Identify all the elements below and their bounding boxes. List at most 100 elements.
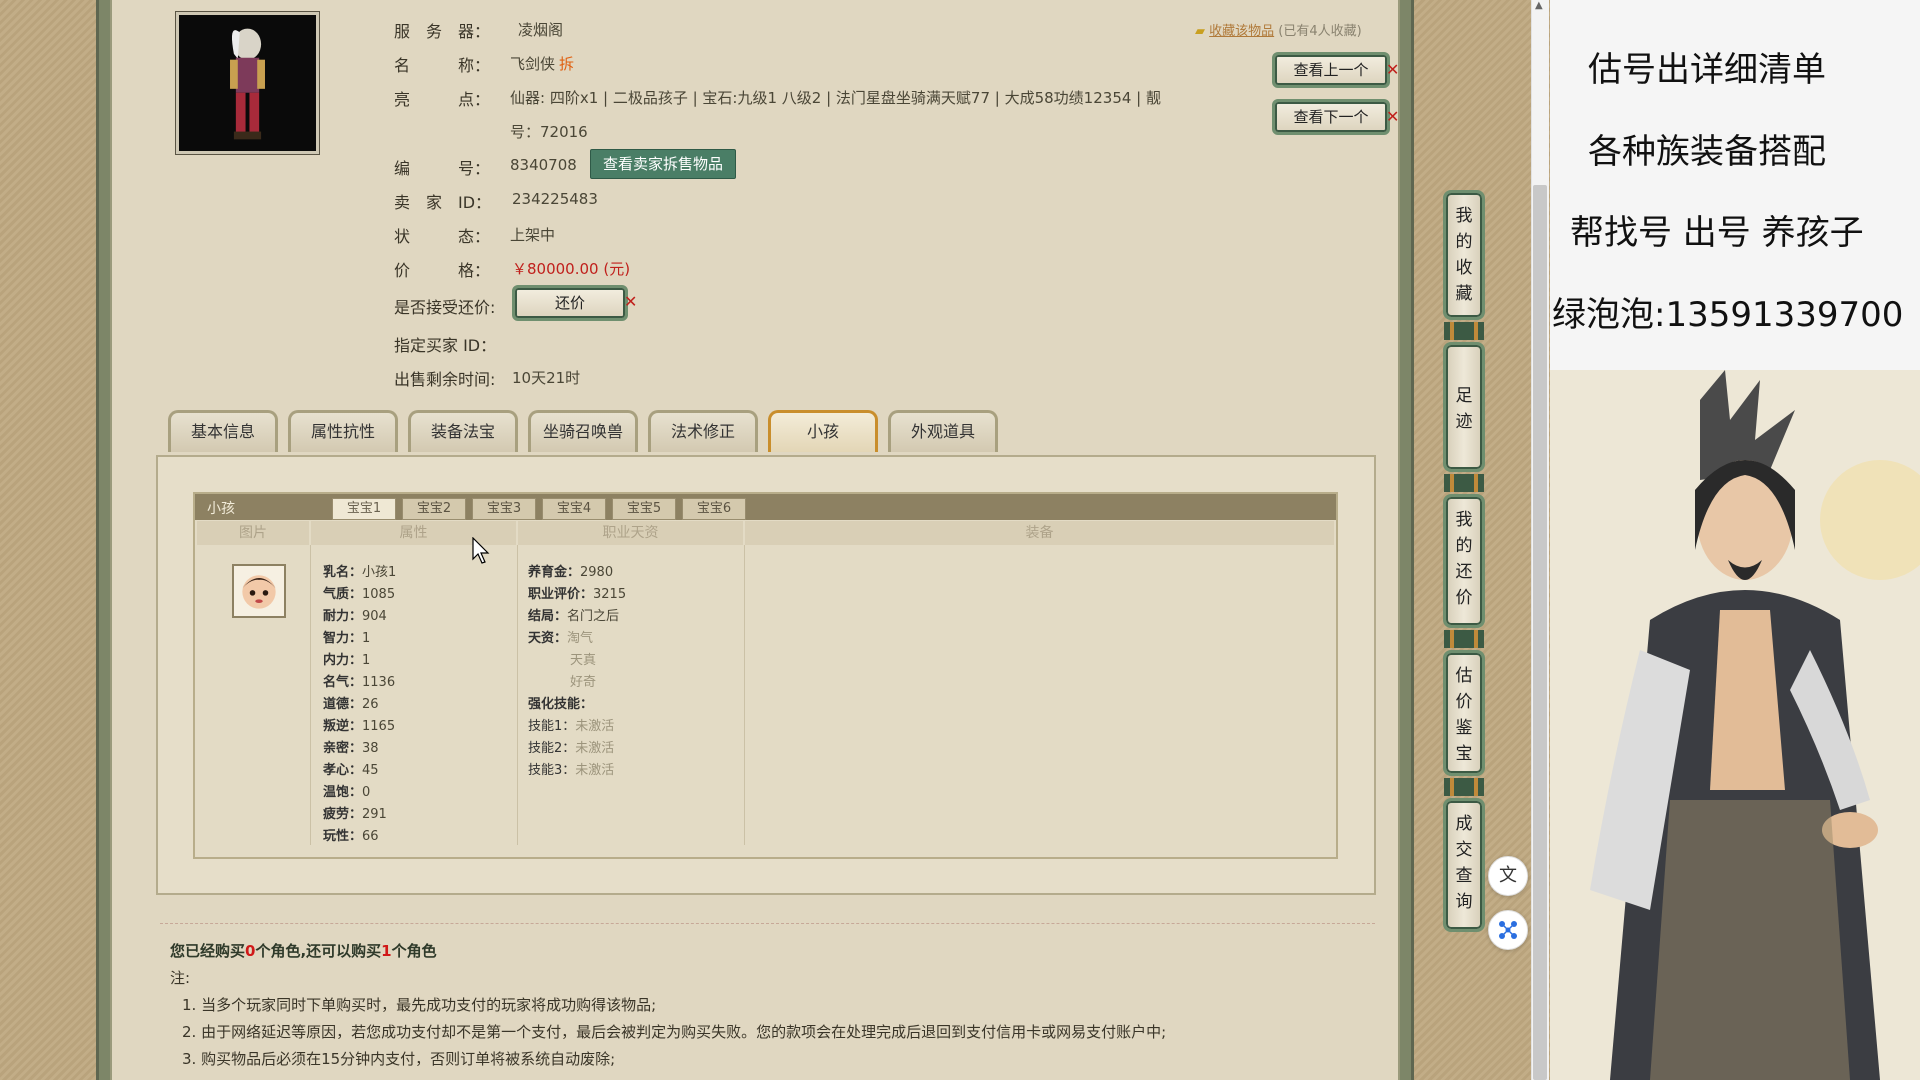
child-section-title: 小孩 [207,501,235,517]
attribute-value: 38 [362,741,379,756]
sidebar-my-offers[interactable]: 我 的 还 价 [1443,494,1485,628]
child-info-box: 小孩 宝宝1 宝宝2 宝宝3 宝宝4 宝宝5 宝宝6 图片 属性 职业天资 装备… [193,492,1338,859]
price-value: ￥80000.00 (元) [512,260,631,278]
prev-item-button[interactable]: 查看上一个 [1272,52,1390,88]
favorite-link[interactable]: 收藏该物品 [1209,24,1274,39]
sidebar-connector [1444,322,1484,340]
attribute-value: 0 [362,785,371,800]
tab-attributes[interactable]: 属性抗性 [288,410,398,452]
child-career-row: 强化技能： [528,694,593,716]
column-divider [744,545,745,845]
name-value: 飞剑侠拆 [510,53,574,74]
column-header-image: 图片 [197,521,309,545]
price-label: 价 格： [394,261,491,280]
career-value: 淘气 [567,631,594,646]
sidebar-footprints[interactable]: 足 迹 [1443,342,1485,472]
career-value: 好奇 [570,675,597,690]
child-career-row: 天资：淘气 [528,628,593,650]
attribute-key: 内力： [323,653,363,668]
status-label: 状 态： [394,227,491,246]
sidebar-connector [1444,778,1484,796]
career-key: 养育金： [528,565,581,580]
child-portrait [232,564,286,618]
translate-icon[interactable]: 文 [1488,856,1528,896]
career-key: 职业评价： [528,587,594,602]
baby-tab-2[interactable]: 宝宝2 [402,498,466,520]
purchase-text-post: 个角色 [391,942,437,960]
career-value: 未激活 [575,763,615,778]
baby-tab-3[interactable]: 宝宝3 [472,498,536,520]
next-item-button[interactable]: 查看下一个 [1272,99,1390,135]
career-value: 2980 [580,565,614,580]
sidebar-deal-query[interactable]: 成 交 查 询 [1443,798,1485,932]
child-attribute-row: 叛逆：1165 [323,716,395,738]
child-attribute-row: 温饱：0 [323,782,370,804]
attribute-value: 小孩1 [362,565,397,580]
child-attribute-row: 内力：1 [323,650,370,672]
ad-line-4: 绿泡泡:13591339700 [1552,295,1904,335]
attribute-key: 气质： [323,587,363,602]
scroll-up-arrow-icon[interactable]: ▲ [1535,0,1543,11]
view-seller-items-button[interactable]: 查看卖家拆售物品 [590,149,736,179]
tab-spell-correction[interactable]: 法术修正 [648,410,758,452]
attribute-value: 904 [362,609,387,624]
tab-equipment[interactable]: 装备法宝 [408,410,518,452]
attribute-value: 1136 [362,675,396,690]
status-value: 上架中 [510,226,556,244]
purchase-text-mid: 个角色,还可以购买 [255,942,382,960]
can-buy-count: 1 [381,942,392,960]
tab-appearance[interactable]: 外观道具 [888,410,998,452]
tab-basic-info[interactable]: 基本信息 [168,410,278,452]
close-icon: ✕ [1386,60,1400,79]
highlight-line2: 号：72016 [510,123,588,141]
id-value: 8340708 [510,156,577,174]
character-avatar [175,11,320,155]
child-career-row: 技能3：未激活 [528,760,614,782]
child-career-row: 职业评价：3215 [528,584,626,606]
attribute-key: 叛逆： [323,719,363,734]
attribute-key: 疲劳： [323,807,363,822]
ad-line-1: 估号出详细清单 [1588,50,1826,90]
id-label: 编 号： [394,159,491,178]
career-key: 强化技能： [528,697,594,712]
attribute-key: 智力： [323,631,363,646]
sidebar-connector [1444,474,1484,492]
purchase-text-pre: 您已经购买 [170,942,246,960]
column-divider [517,545,518,845]
child-attribute-row: 名气：1136 [323,672,395,694]
tab-mounts-pets[interactable]: 坐骑召唤兽 [528,410,638,452]
ad-character-art [1550,370,1920,1080]
attribute-key: 玩性： [323,829,363,844]
note-line-1: 1. 当多个玩家同时下单购买时，最先成功支付的玩家将成功购得该物品; [182,996,657,1014]
child-career-row: 养育金：2980 [528,562,613,584]
child-attribute-row: 孝心：45 [323,760,379,782]
attribute-key: 耐力： [323,609,363,624]
child-attribute-row: 疲劳：291 [323,804,387,826]
baby-tab-1[interactable]: 宝宝1 [332,498,396,520]
column-header-career: 职业天资 [518,521,743,545]
network-icon[interactable] [1488,910,1528,950]
split-tag: 拆 [559,55,575,73]
favorite-count: (已有4人收藏) [1278,24,1362,39]
child-career-row: 技能1：未激活 [528,716,614,738]
attribute-value: 1 [362,653,371,668]
tab-children[interactable]: 小孩 [768,410,878,452]
ad-line-2: 各种族装备搭配 [1588,132,1826,172]
scrollbar-thumb[interactable] [1533,185,1547,1080]
career-key: 技能2： [528,741,576,756]
notes-label: 注: [170,969,191,987]
baby-tab-4[interactable]: 宝宝4 [542,498,606,520]
sidebar-appraisal[interactable]: 估 价 鉴 宝 [1443,650,1485,776]
child-career-row: 结局：名门之后 [528,606,619,628]
counter-offer-button[interactable]: 还价 [512,285,628,321]
child-career-row: 技能2：未激活 [528,738,614,760]
section-divider [160,923,1375,924]
name-label: 名 称： [394,56,491,75]
sidebar-my-favorites[interactable]: 我 的 收 藏 [1443,190,1485,320]
baby-tab-6[interactable]: 宝宝6 [682,498,746,520]
career-value: 3215 [593,587,627,602]
remaining-time-value: 10天21时 [512,369,581,387]
child-attribute-row: 气质：1085 [323,584,395,606]
career-key: 结局： [528,609,568,624]
baby-tab-5[interactable]: 宝宝5 [612,498,676,520]
